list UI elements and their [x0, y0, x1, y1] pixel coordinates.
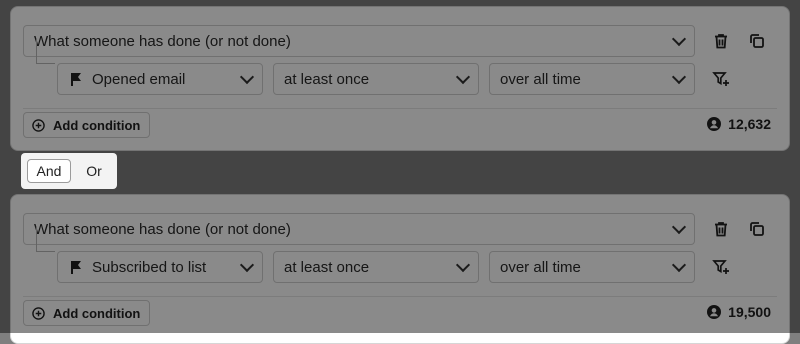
delete-group-button[interactable] — [709, 29, 733, 53]
divider — [23, 108, 777, 109]
add-filter-button[interactable] — [709, 67, 733, 91]
trash-icon — [715, 222, 727, 237]
duplicate-group-button[interactable] — [745, 29, 769, 53]
tree-connector — [36, 227, 55, 252]
add-condition-label: Add condition — [53, 117, 141, 133]
filter-add-icon — [712, 72, 729, 86]
frequency-value: at least once — [284, 70, 370, 88]
condition-group-2: What someone has done (or not done) Subs… — [10, 194, 790, 344]
filter-add-icon — [712, 260, 729, 274]
condition-group-1: What someone has done (or not done) Open… — [10, 6, 790, 151]
chevron-down-icon — [455, 257, 471, 273]
add-condition-button[interactable]: Add condition — [23, 112, 151, 138]
footer-row: Add condition 12,632 — [11, 112, 789, 138]
chevron-down-icon — [239, 257, 255, 273]
add-condition-button[interactable]: Add condition — [23, 300, 151, 326]
condition-type-value: What someone has done (or not done) — [34, 32, 291, 50]
chevron-down-icon — [455, 69, 471, 85]
condition-type-select[interactable]: What someone has done (or not done) — [23, 213, 695, 245]
event-value: Opened email — [92, 70, 186, 88]
plus-circle-icon — [32, 306, 45, 320]
profile-count: 12,632 — [707, 116, 771, 132]
frequency-value: at least once — [284, 258, 370, 276]
event-value: Subscribed to list — [92, 258, 207, 276]
copy-icon — [750, 34, 764, 48]
profile-count-value: 19,500 — [728, 304, 771, 320]
flag-icon — [71, 73, 81, 86]
event-row: Opened email at least once over all time — [11, 63, 789, 95]
timeframe-value: over all time — [500, 258, 581, 276]
event-select[interactable]: Subscribed to list — [57, 251, 263, 283]
and-option[interactable]: And — [27, 159, 71, 183]
add-condition-label: Add condition — [53, 305, 141, 321]
delete-group-button[interactable] — [709, 217, 733, 241]
timeframe-value: over all time — [500, 70, 581, 88]
condition-type-value: What someone has done (or not done) — [34, 220, 291, 238]
footer-row: Add condition 19,500 — [11, 300, 789, 326]
tree-connector — [36, 39, 55, 64]
chevron-down-icon — [671, 31, 687, 47]
frequency-select[interactable]: at least once — [273, 63, 479, 95]
plus-circle-icon — [32, 118, 45, 132]
person-icon — [707, 117, 722, 131]
divider — [23, 296, 777, 297]
frequency-select[interactable]: at least once — [273, 251, 479, 283]
chevron-down-icon — [671, 69, 687, 85]
condition-type-select[interactable]: What someone has done (or not done) — [23, 25, 695, 57]
profile-count-value: 12,632 — [728, 116, 771, 132]
add-filter-button[interactable] — [709, 255, 733, 279]
chevron-down-icon — [671, 219, 687, 235]
person-icon — [707, 305, 722, 319]
chevron-down-icon — [671, 257, 687, 273]
condition-row: What someone has done (or not done) — [11, 25, 789, 57]
chevron-down-icon — [239, 69, 255, 85]
flag-icon — [71, 261, 81, 274]
or-option[interactable]: Or — [75, 159, 113, 183]
trash-icon — [715, 34, 727, 49]
copy-icon — [750, 222, 764, 236]
event-row: Subscribed to list at least once over al… — [11, 251, 789, 283]
condition-row: What someone has done (or not done) — [11, 213, 789, 245]
and-or-toggle: And Or — [21, 153, 117, 189]
profile-count: 19,500 — [707, 304, 771, 320]
timeframe-select[interactable]: over all time — [489, 63, 695, 95]
event-select[interactable]: Opened email — [57, 63, 263, 95]
duplicate-group-button[interactable] — [745, 217, 769, 241]
timeframe-select[interactable]: over all time — [489, 251, 695, 283]
